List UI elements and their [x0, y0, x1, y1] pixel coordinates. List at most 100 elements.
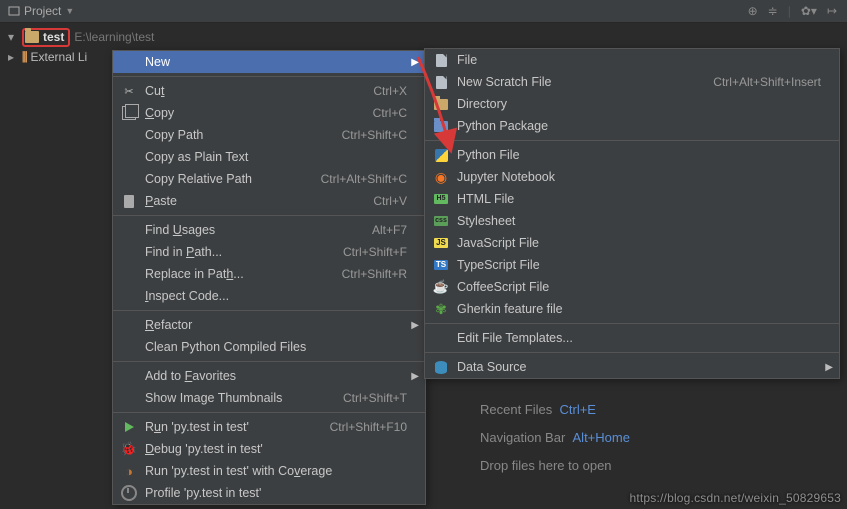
- menu-separator: [425, 140, 839, 141]
- context-menu-item-9[interactable]: Find UsagesAlt+F7: [113, 219, 425, 241]
- context-menu-item-14[interactable]: Refactor ▶: [113, 314, 425, 336]
- run-icon: [121, 419, 137, 435]
- external-libs-icon: ⫼: [22, 50, 27, 65]
- menu-item-label: Replace in Path...: [145, 267, 244, 281]
- new-submenu-item-1[interactable]: New Scratch FileCtrl+Alt+Shift+Insert: [425, 71, 839, 93]
- menu-separator: [425, 352, 839, 353]
- project-toolwindow-header: Project ▼ ⊕ ≑ | ✿▾ ↦: [0, 0, 847, 23]
- context-menu-item-3[interactable]: CopyCtrl+C: [113, 102, 425, 124]
- context-menu-item-5[interactable]: Copy as Plain Text: [113, 146, 425, 168]
- submenu-arrow-icon: ▶: [411, 57, 419, 68]
- menu-shortcut: Ctrl+Shift+F: [319, 245, 407, 259]
- recent-files-shortcut[interactable]: Ctrl+E: [559, 402, 595, 417]
- new-submenu-item-10[interactable]: TS TypeScript File: [425, 254, 839, 276]
- menu-item-label: Find in Path...: [145, 245, 222, 259]
- menu-separator: [425, 323, 839, 324]
- menu-separator: [113, 412, 425, 413]
- context-menu-item-2[interactable]: ✂CutCtrl+X: [113, 80, 425, 102]
- new-submenu-item-7[interactable]: H5HTML File: [425, 188, 839, 210]
- menu-shortcut: Ctrl+Shift+T: [319, 391, 407, 405]
- new-submenu-item-5[interactable]: Python File: [425, 144, 839, 166]
- menu-item-label: Python File: [457, 148, 520, 162]
- context-menu-item-6[interactable]: Copy Relative Path Ctrl+Alt+Shift+C: [113, 168, 425, 190]
- package-icon: [433, 118, 449, 134]
- context-menu-item-10[interactable]: Find in Path... Ctrl+Shift+F: [113, 241, 425, 263]
- menu-item-label: Copy as Plain Text: [145, 150, 248, 164]
- menu-item-label: Directory: [457, 97, 507, 111]
- new-submenu-item-8[interactable]: cssStylesheet: [425, 210, 839, 232]
- new-submenu-item-12[interactable]: ✾ Gherkin feature file: [425, 298, 839, 320]
- context-menu-item-12[interactable]: Inspect Code...: [113, 285, 425, 307]
- menu-item-label: CoffeeScript File: [457, 280, 549, 294]
- javascript-icon: JS: [433, 235, 449, 251]
- root-folder-highlight: test: [22, 28, 70, 47]
- menu-separator: [113, 361, 425, 362]
- project-view-selector[interactable]: Project ▼: [4, 4, 78, 18]
- menu-shortcut: Ctrl+C: [349, 106, 407, 120]
- jupyter-icon: ◉: [433, 169, 449, 185]
- navigation-bar-shortcut[interactable]: Alt+Home: [573, 430, 630, 445]
- new-submenu-item-11[interactable]: ☕ CoffeeScript File: [425, 276, 839, 298]
- folder-icon: [25, 31, 39, 43]
- gear-icon[interactable]: ✿▾: [801, 4, 817, 18]
- new-submenu: FileNew Scratch FileCtrl+Alt+Shift+Inser…: [424, 48, 840, 379]
- context-menu-item-4[interactable]: Copy PathCtrl+Shift+C: [113, 124, 425, 146]
- typescript-icon: TS: [433, 257, 449, 273]
- file-icon: [433, 74, 449, 90]
- empty-editor-hints: Recent Files Ctrl+E Navigation Bar Alt+H…: [480, 396, 630, 480]
- context-menu-item-0[interactable]: New▶: [113, 51, 425, 73]
- submenu-arrow-icon: ▶: [411, 320, 419, 331]
- context-menu-item-7[interactable]: Paste Ctrl+V: [113, 190, 425, 212]
- menu-item-label: Refactor: [145, 318, 192, 332]
- recent-files-label: Recent Files: [480, 402, 552, 417]
- menu-item-label: Add to Favorites: [145, 369, 236, 383]
- hide-icon[interactable]: ↦: [827, 4, 837, 18]
- coverage-icon: ◑: [121, 463, 137, 479]
- menu-item-label: Clean Python Compiled Files: [145, 340, 306, 354]
- new-submenu-item-3[interactable]: Python Package: [425, 115, 839, 137]
- navigation-bar-label: Navigation Bar: [480, 430, 565, 445]
- collapse-all-icon[interactable]: ≑: [768, 4, 778, 18]
- menu-shortcut: Ctrl+V: [349, 194, 407, 208]
- scroll-to-source-icon[interactable]: ⊕: [748, 4, 758, 18]
- debug-icon: 🐞: [121, 441, 137, 457]
- gherkin-icon: ✾: [433, 301, 449, 317]
- submenu-arrow-icon: ▶: [825, 362, 833, 373]
- stylesheet-icon: css: [433, 213, 449, 229]
- submenu-arrow-icon: ▶: [411, 371, 419, 382]
- menu-item-label: Run 'py.test in test': [145, 420, 249, 434]
- root-folder-name: test: [43, 30, 64, 44]
- new-submenu-item-2[interactable]: Directory: [425, 93, 839, 115]
- new-submenu-item-0[interactable]: File: [425, 49, 839, 71]
- menu-item-label: Jupyter Notebook: [457, 170, 555, 184]
- tree-root-row[interactable]: ▾ test E:\learning\test: [6, 27, 847, 47]
- menu-item-label: TypeScript File: [457, 258, 540, 272]
- context-menu-item-20[interactable]: Run 'py.test in test'Ctrl+Shift+F10: [113, 416, 425, 438]
- root-folder-path: E:\learning\test: [74, 30, 154, 44]
- coffeescript-icon: ☕: [433, 279, 449, 295]
- context-menu-item-23[interactable]: Profile 'py.test in test': [113, 482, 425, 504]
- menu-item-label: HTML File: [457, 192, 514, 206]
- context-menu-item-11[interactable]: Replace in Path...Ctrl+Shift+R: [113, 263, 425, 285]
- context-menu-item-15[interactable]: Clean Python Compiled Files: [113, 336, 425, 358]
- copy-icon: [121, 105, 137, 121]
- menu-item-label: Find Usages: [145, 223, 215, 237]
- menu-item-label: Paste: [145, 194, 177, 208]
- context-menu-item-22[interactable]: ◑Run 'py.test in test' with Coverage: [113, 460, 425, 482]
- expand-arrow-icon[interactable]: ▾: [8, 30, 18, 44]
- context-menu-item-18[interactable]: Show Image ThumbnailsCtrl+Shift+T: [113, 387, 425, 409]
- menu-shortcut: Ctrl+Alt+Shift+C: [297, 172, 407, 186]
- context-menu-item-21[interactable]: 🐞Debug 'py.test in test': [113, 438, 425, 460]
- external-libs-label: External Li: [31, 50, 88, 64]
- new-submenu-item-6[interactable]: ◉ Jupyter Notebook: [425, 166, 839, 188]
- drop-files-hint: Drop files here to open: [480, 452, 630, 480]
- menu-item-label: Cut: [145, 84, 164, 98]
- expand-arrow-icon[interactable]: ▸: [8, 50, 18, 64]
- menu-item-label: Gherkin feature file: [457, 302, 563, 316]
- new-submenu-item-9[interactable]: JSJavaScript File: [425, 232, 839, 254]
- new-submenu-item-16[interactable]: Data Source▶: [425, 356, 839, 378]
- new-submenu-item-14[interactable]: Edit File Templates...: [425, 327, 839, 349]
- menu-separator: [113, 76, 425, 77]
- context-menu-item-17[interactable]: Add to Favorites ▶: [113, 365, 425, 387]
- menu-item-label: Copy Relative Path: [145, 172, 252, 186]
